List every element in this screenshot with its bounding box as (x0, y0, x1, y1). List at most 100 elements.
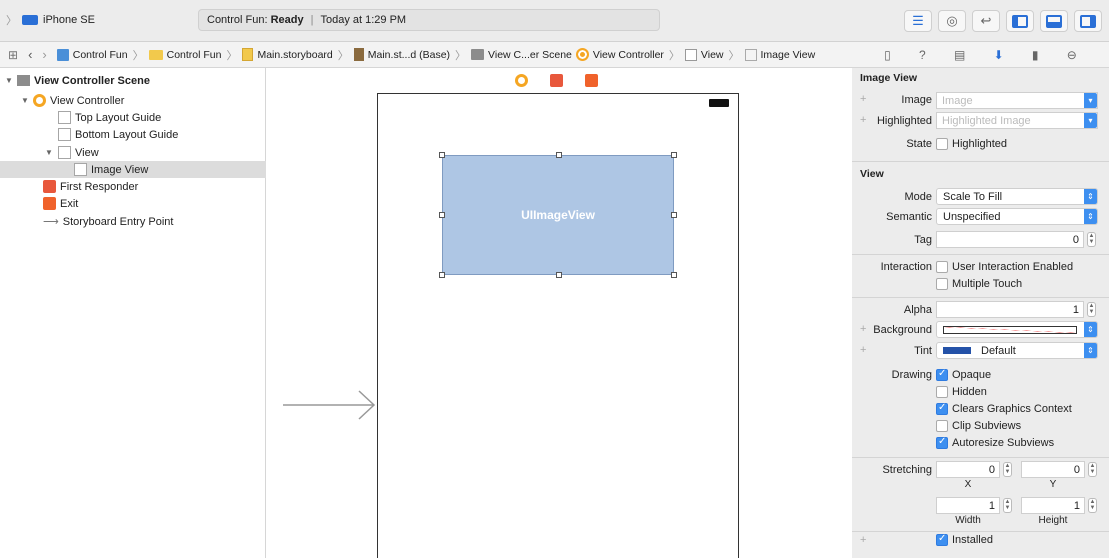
installed-label: Installed (952, 534, 993, 546)
related-items-icon[interactable]: ⊞ (8, 48, 18, 62)
first-responder-icon[interactable] (550, 74, 563, 87)
semantic-popup[interactable]: Unspecified ⇕ (936, 208, 1098, 225)
outline-row[interactable]: ▼ View Controller Scene (0, 72, 266, 89)
scheme-device-selector[interactable]: 〉 iPhone SE (6, 10, 95, 30)
resize-handle[interactable] (439, 272, 445, 278)
plus-icon[interactable]: + (860, 114, 866, 126)
plus-icon[interactable]: + (860, 93, 866, 105)
assistant-editor-button[interactable]: ◎ (938, 10, 966, 32)
multiple-touch-checkbox[interactable] (936, 278, 948, 290)
jump-view-controller[interactable]: View Controller (575, 48, 664, 61)
disclosure-triangle-icon[interactable]: ▼ (20, 96, 30, 105)
utilities-panel-icon (1080, 14, 1096, 28)
outline-row[interactable]: Bottom Layout Guide (0, 126, 266, 143)
outline-label: Top Layout Guide (75, 111, 162, 124)
resize-handle[interactable] (439, 152, 445, 158)
outline-row[interactable]: ⟶ Storyboard Entry Point (0, 213, 266, 230)
jump-image-view[interactable]: Image View (744, 48, 815, 61)
jump-scene[interactable]: View C...er Scene (471, 49, 572, 61)
tint-color-popup[interactable]: Default ⇕ (936, 342, 1098, 359)
exit-icon[interactable] (585, 74, 598, 87)
stretch-width-field[interactable]: 1 (936, 497, 1000, 514)
resize-handle[interactable] (671, 272, 677, 278)
toggle-debug-area-button[interactable] (1040, 10, 1068, 32)
view-controller-icon[interactable] (515, 74, 528, 87)
jump-view[interactable]: View (684, 48, 724, 61)
disclosure-triangle-icon[interactable]: ▼ (4, 76, 14, 85)
outline-row[interactable]: Exit (0, 195, 266, 212)
mode-label: Mode (904, 191, 932, 203)
highlighted-checkbox[interactable] (936, 138, 948, 150)
version-editor-button[interactable]: ↩ (972, 10, 1000, 32)
clip-subviews-checkbox[interactable] (936, 420, 948, 432)
toggle-navigator-button[interactable] (1006, 10, 1034, 32)
back-arrow-icon[interactable]: ‹ (28, 47, 32, 62)
autoresize-subviews-checkbox[interactable] (936, 436, 948, 449)
tag-stepper[interactable]: ▲ ▼ (1087, 232, 1096, 247)
resize-handle[interactable] (556, 272, 562, 278)
stretch-x-field[interactable]: 0 (936, 461, 1000, 478)
alpha-field[interactable]: 1 (936, 301, 1084, 318)
quick-help-icon[interactable]: ? (919, 48, 926, 62)
hidden-checkbox[interactable] (936, 386, 948, 398)
image-view[interactable]: UIImageView (439, 152, 677, 278)
connections-inspector-icon[interactable]: ⊖ (1067, 48, 1077, 62)
outline-row[interactable]: Top Layout Guide (0, 109, 266, 126)
image-view-icon (744, 48, 757, 61)
stretching-label: Stretching (882, 464, 932, 476)
outline-row-selected[interactable]: Image View (0, 161, 266, 178)
disclosure-triangle-icon[interactable]: ▼ (44, 148, 54, 157)
user-interaction-checkbox[interactable] (936, 261, 948, 273)
mode-popup[interactable]: Scale To Fill ⇕ (936, 188, 1098, 205)
jump-storyboard-base[interactable]: Main.st...d (Base) (353, 48, 450, 61)
tag-field[interactable]: 0 (936, 231, 1084, 248)
stretch-x-stepper[interactable]: ▲ ▼ (1003, 462, 1012, 477)
standard-editor-button[interactable]: ☰ (904, 10, 932, 32)
outline-row[interactable]: First Responder (0, 178, 266, 195)
stretch-y-value: 0 (1073, 463, 1080, 476)
attributes-inspector-icon[interactable]: ⬇ (994, 48, 1004, 62)
outline-label: First Responder (60, 180, 139, 193)
storyboard-entry-arrow-icon[interactable] (283, 390, 377, 420)
jump-label: Control Fun (166, 48, 222, 61)
jump-storyboard[interactable]: Main.storyboard (242, 48, 333, 61)
resize-handle[interactable] (671, 152, 677, 158)
forward-arrow-icon[interactable]: › (42, 47, 46, 62)
jump-group[interactable]: Control Fun (148, 48, 222, 61)
alpha-stepper[interactable]: ▲ ▼ (1087, 302, 1096, 317)
outline-row[interactable]: ▼ View (0, 144, 266, 161)
autoresize-subviews-label: Autoresize Subviews (952, 437, 1055, 449)
plus-icon[interactable]: + (860, 534, 866, 546)
background-color-well[interactable]: ⇕ (936, 321, 1098, 338)
size-inspector-icon[interactable]: ▮ (1032, 48, 1039, 62)
divider (852, 457, 1109, 458)
clip-subviews-label: Clip Subviews (952, 420, 1022, 432)
resize-handle[interactable] (439, 212, 445, 218)
image-field[interactable]: Image ▾ (936, 92, 1098, 109)
toggle-utilities-button[interactable] (1074, 10, 1102, 32)
installed-checkbox[interactable] (936, 533, 948, 546)
storyboard-canvas[interactable]: UIImageView (267, 68, 852, 558)
outline-label: View (75, 146, 99, 159)
identity-inspector-icon[interactable]: ▤ (954, 48, 965, 62)
file-inspector-icon[interactable]: ▯ (884, 48, 891, 62)
status-divider: | (310, 14, 314, 26)
tint-label: Tint (914, 345, 932, 357)
stretch-height-field[interactable]: 1 (1021, 497, 1085, 514)
clears-graphics-checkbox[interactable] (936, 402, 948, 415)
chevron-down-icon: ▾ (1084, 93, 1097, 108)
inspector-tab-bar: ▯ ? ▤ ⬇ ▮ ⊖ (852, 42, 1109, 68)
resize-handle[interactable] (556, 152, 562, 158)
opaque-checkbox[interactable] (936, 368, 948, 381)
jump-project[interactable]: Control Fun (56, 48, 128, 61)
stretch-height-stepper[interactable]: ▲ ▼ (1088, 498, 1097, 513)
outline-label: Exit (60, 197, 79, 210)
resize-handle[interactable] (671, 212, 677, 218)
plus-icon[interactable]: + (860, 344, 866, 356)
stretch-y-field[interactable]: 0 (1021, 461, 1085, 478)
stretch-y-stepper[interactable]: ▲ ▼ (1088, 462, 1097, 477)
highlighted-image-field[interactable]: Highlighted Image ▾ (936, 112, 1098, 129)
interaction-label: Interaction (880, 261, 932, 273)
outline-row[interactable]: ▼ View Controller (0, 92, 266, 109)
stretch-width-stepper[interactable]: ▲ ▼ (1003, 498, 1012, 513)
